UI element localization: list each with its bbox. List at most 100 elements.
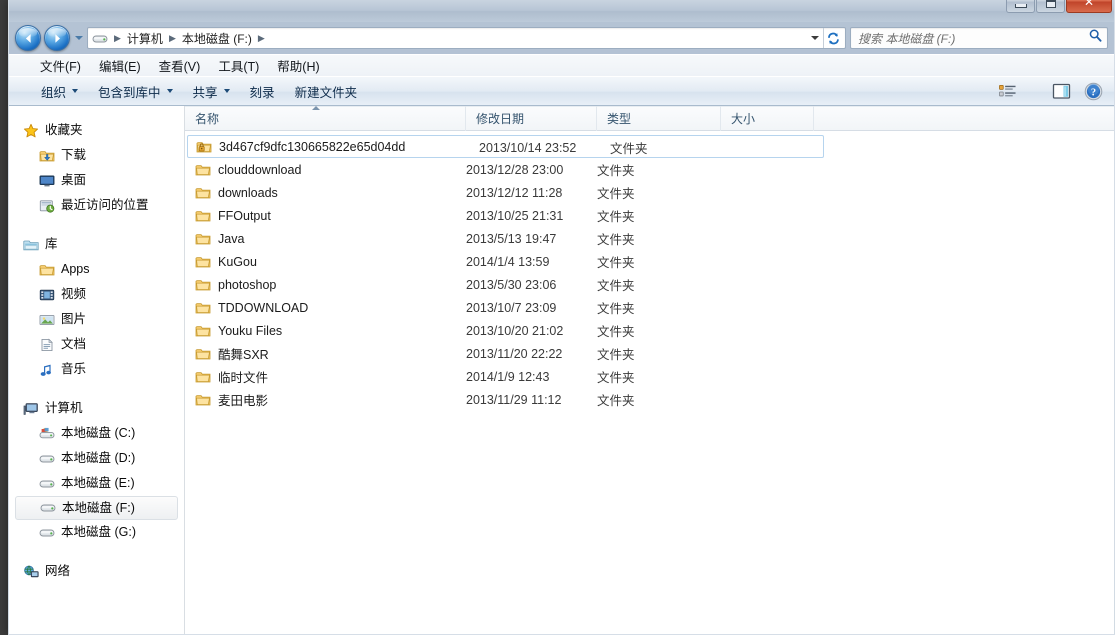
breadcrumb-bar[interactable]: ▶ 计算机 ▶ 本地磁盘 (F:) ▶ [87, 27, 846, 49]
folder-icon [195, 278, 211, 292]
file-name-text: 麦田电影 [218, 390, 268, 409]
table-row[interactable]: downloads2013/12/12 11:28文件夹 [185, 181, 1114, 204]
nav-header-network[interactable]: 网络 [9, 559, 184, 584]
file-name-cell[interactable]: TDDOWNLOAD [185, 301, 466, 315]
sidebar-item-drive-g[interactable]: 本地磁盘 (G:) [9, 520, 184, 545]
music-library-icon [39, 362, 55, 378]
file-name-cell[interactable]: Java [185, 232, 466, 246]
column-header-date-modified[interactable]: 修改日期 [466, 106, 597, 131]
file-name-text: TDDOWNLOAD [218, 301, 308, 315]
sidebar-item-drive-f[interactable]: 本地磁盘 (F:) [15, 496, 178, 520]
view-dropdown-button[interactable] [1024, 79, 1044, 103]
change-view-button[interactable] [992, 79, 1022, 103]
sidebar-item-desktop[interactable]: 桌面 [9, 168, 184, 193]
include-in-library-button[interactable]: 包含到库中 [88, 79, 183, 104]
file-name-cell[interactable]: 临时文件 [185, 367, 466, 386]
list-view-icon [999, 84, 1016, 99]
table-row[interactable]: KuGou2014/1/4 13:59文件夹 [185, 250, 1114, 273]
forward-button[interactable] [44, 25, 70, 51]
menu-tools[interactable]: 工具(T) [209, 54, 268, 77]
breadcrumb-item-1[interactable]: 本地磁盘 (F:) [179, 29, 255, 48]
sidebar-item-drive-d[interactable]: 本地磁盘 (D:) [9, 446, 184, 471]
desktop-icon [39, 173, 55, 189]
new-folder-button[interactable]: 新建文件夹 [285, 79, 368, 104]
sidebar-item-music[interactable]: 音乐 [9, 357, 184, 382]
sidebar-item-drive-e[interactable]: 本地磁盘 (E:) [9, 471, 184, 496]
share-with-button[interactable]: 共享 [183, 79, 240, 104]
folder-icon [195, 255, 211, 269]
nav-header-favorites[interactable]: 收藏夹 [9, 118, 184, 143]
search-input[interactable]: 搜索 本地磁盘 (F:) [858, 30, 1088, 47]
documents-library-icon [39, 337, 55, 353]
sidebar-item-videos[interactable]: 视频 [9, 282, 184, 307]
drive-icon [39, 451, 55, 467]
nav-label: 本地磁盘 (F:) [62, 502, 135, 515]
column-header-size[interactable]: 大小 [721, 106, 814, 131]
file-type-cell: 文件夹 [597, 344, 721, 363]
refresh-button[interactable] [823, 28, 843, 48]
table-row[interactable]: 临时文件2014/1/9 12:43文件夹 [185, 365, 1114, 388]
menu-bar: 文件(F) 编辑(E) 查看(V) 工具(T) 帮助(H) [9, 54, 1114, 76]
sidebar-item-recent-places[interactable]: 最近访问的位置 [9, 193, 184, 218]
downloads-folder-icon [39, 148, 55, 164]
share-with-label: 共享 [193, 82, 218, 101]
breadcrumb-separator-1[interactable]: ▶ [166, 33, 179, 44]
file-name-cell[interactable]: FFOutput [185, 209, 466, 223]
file-date-cell: 2013/11/20 22:22 [466, 347, 597, 361]
command-bar-right: ? [992, 79, 1108, 103]
desktop-left-strip [0, 0, 8, 635]
sidebar-item-documents[interactable]: 文档 [9, 332, 184, 357]
column-header-type[interactable]: 类型 [597, 106, 721, 131]
nav-label: 音乐 [61, 363, 86, 376]
file-name-cell[interactable]: clouddownload [185, 163, 466, 177]
back-button[interactable] [15, 25, 41, 51]
sidebar-item-drive-c[interactable]: 本地磁盘 (C:) [9, 421, 184, 446]
table-row[interactable]: 3d467cf9dfc130665822e65d04dd2013/10/14 2… [187, 135, 824, 158]
table-row[interactable]: photoshop2013/5/30 23:06文件夹 [185, 273, 1114, 296]
maximize-button[interactable] [1036, 0, 1065, 13]
search-box[interactable]: 搜索 本地磁盘 (F:) [850, 27, 1108, 49]
burn-label: 刻录 [250, 82, 275, 101]
breadcrumb-separator-2[interactable]: ▶ [255, 33, 268, 44]
file-name-cell[interactable]: 酷舞SXR [185, 344, 466, 363]
menu-file[interactable]: 文件(F) [31, 54, 90, 77]
file-name-cell[interactable]: photoshop [185, 278, 466, 292]
organize-button[interactable]: 组织 [31, 79, 88, 104]
recent-pages-button[interactable] [73, 25, 84, 51]
burn-button[interactable]: 刻录 [240, 79, 285, 104]
close-button[interactable]: ✕ [1066, 0, 1112, 13]
file-name-cell[interactable]: downloads [185, 186, 466, 200]
file-date-cell: 2013/12/12 11:28 [466, 186, 597, 200]
table-row[interactable]: 麦田电影2013/11/29 11:12文件夹 [185, 388, 1114, 411]
file-date-cell: 2013/11/29 11:12 [466, 393, 597, 407]
table-row[interactable]: Youku Files2013/10/20 21:02文件夹 [185, 319, 1114, 342]
file-name-cell[interactable]: 3d467cf9dfc130665822e65d04dd [188, 140, 469, 154]
maximize-icon [1046, 0, 1056, 8]
nav-header-libraries[interactable]: 库 [9, 232, 184, 257]
table-row[interactable]: FFOutput2013/10/25 21:31文件夹 [185, 204, 1114, 227]
help-button[interactable]: ? [1078, 79, 1108, 103]
table-row[interactable]: 酷舞SXR2013/11/20 22:22文件夹 [185, 342, 1114, 365]
table-row[interactable]: clouddownload2013/12/28 23:00文件夹 [185, 158, 1114, 181]
file-name-cell[interactable]: KuGou [185, 255, 466, 269]
address-history-button[interactable] [806, 28, 823, 48]
file-date-cell: 2013/5/30 23:06 [466, 278, 597, 292]
folder-icon [195, 370, 211, 384]
column-header-name[interactable]: 名称 [185, 106, 466, 131]
table-row[interactable]: TDDOWNLOAD2013/10/7 23:09文件夹 [185, 296, 1114, 319]
file-name-cell[interactable]: 麦田电影 [185, 390, 466, 409]
preview-pane-button[interactable] [1046, 79, 1076, 103]
column-header-filler [814, 106, 1114, 131]
sidebar-item-apps[interactable]: Apps [9, 257, 184, 282]
file-name-cell[interactable]: Youku Files [185, 324, 466, 338]
menu-help[interactable]: 帮助(H) [268, 54, 328, 77]
menu-view[interactable]: 查看(V) [150, 54, 210, 77]
sidebar-item-pictures[interactable]: 图片 [9, 307, 184, 332]
minimize-button[interactable] [1006, 0, 1035, 13]
sidebar-item-downloads[interactable]: 下载 [9, 143, 184, 168]
breadcrumb-item-0[interactable]: 计算机 [124, 29, 166, 48]
nav-label: 文档 [61, 338, 86, 351]
table-row[interactable]: Java2013/5/13 19:47文件夹 [185, 227, 1114, 250]
nav-header-computer[interactable]: 计算机 [9, 396, 184, 421]
menu-edit[interactable]: 编辑(E) [90, 54, 150, 77]
